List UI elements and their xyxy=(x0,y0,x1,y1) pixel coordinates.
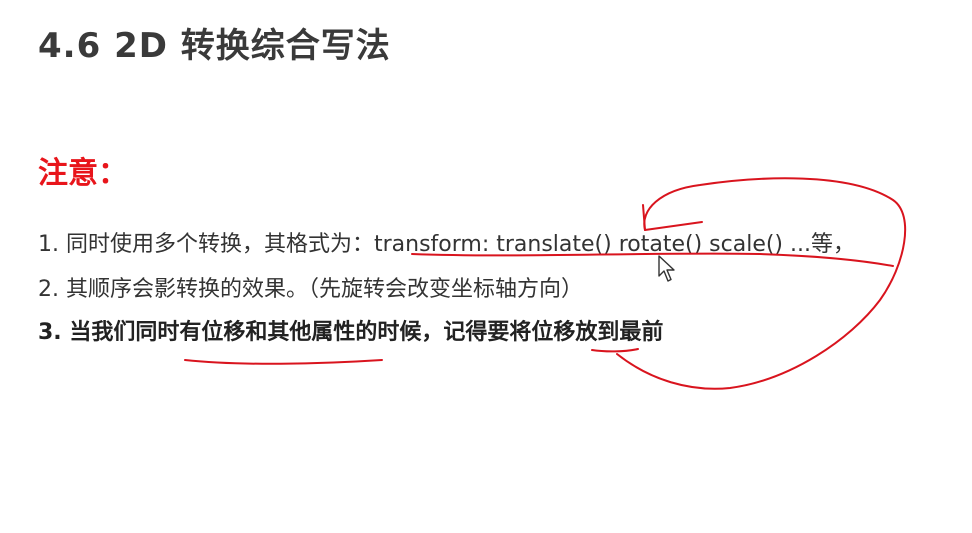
underline-weiyi-qita xyxy=(184,359,383,365)
note-line-2: 2. 其顺序会影转换的效果。（先旋转会改变坐标轴方向） xyxy=(38,277,583,302)
note-line-1: 1. 同时使用多个转换，其格式为：transform: translate() … xyxy=(38,232,855,257)
underline-weiyi xyxy=(591,348,639,353)
slide-title: 4.6 2D 转换综合写法 xyxy=(38,26,391,66)
handwritten-annotations xyxy=(184,177,907,390)
note-heading: 注意： xyxy=(38,156,128,191)
slide: 4.6 2D 转换综合写法 注意： 1. 同时使用多个转换，其格式为：trans… xyxy=(0,0,972,533)
note-line-3: 3. 当我们同时有位移和其他属性的时候，记得要将位移放到最前 xyxy=(38,320,664,345)
arrow-pointer-icon xyxy=(658,255,675,282)
